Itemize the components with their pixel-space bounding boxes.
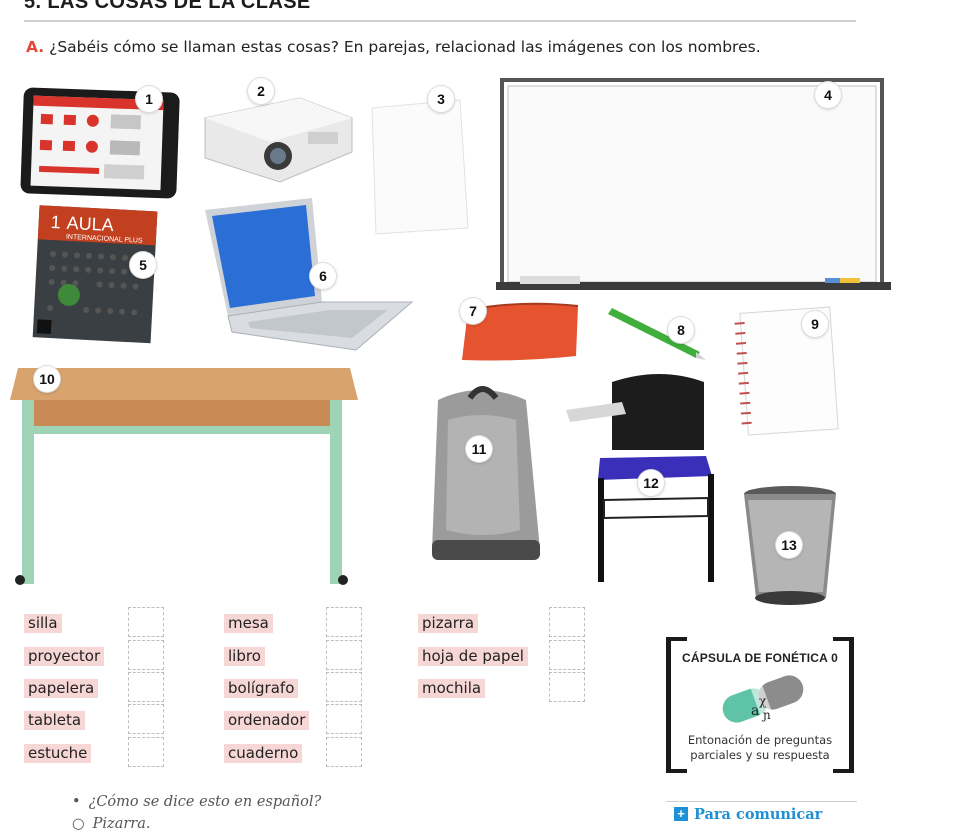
badge-3: 3 [428, 86, 454, 112]
projector-icon [204, 97, 353, 183]
svg-text:χ: χ [759, 694, 767, 708]
badge-10: 10 [34, 366, 60, 392]
example-answer: ○ Pizarra. [72, 816, 151, 832]
instruction: A. ¿Sabéis cómo se llaman estas cosas? E… [26, 38, 761, 56]
badge-9: 9 [802, 311, 828, 337]
answer-box[interactable] [128, 737, 164, 767]
example-question: • ¿Cómo se dice esto en español? [72, 794, 322, 810]
capsule-description: Entonación de preguntas parciales y su r… [687, 733, 833, 762]
badge-4: 4 [815, 82, 841, 108]
whiteboard-icon [496, 78, 891, 290]
svg-text:ɲ: ɲ [761, 708, 771, 722]
example-question-text: ¿Cómo se dice esto en español? [88, 794, 322, 810]
desk-icon [10, 368, 358, 585]
answer-box[interactable] [326, 672, 362, 702]
section-title: 5. LAS COSAS DE LA CLASE [24, 0, 311, 13]
paper-sheet-icon [371, 99, 469, 235]
vocab-word: tableta [24, 711, 86, 730]
answer-box[interactable] [326, 737, 362, 767]
answer-box[interactable] [326, 607, 362, 637]
vocab-word: cuaderno [224, 744, 303, 763]
answer-box[interactable] [128, 672, 164, 702]
badge-5: 5 [130, 252, 156, 278]
badge-12: 12 [638, 470, 664, 496]
instruction-letter: A. [26, 38, 45, 56]
answer-box[interactable] [128, 607, 164, 637]
answer-box[interactable] [549, 607, 585, 637]
vocab-word: proyector [24, 647, 105, 666]
vocab-word: pizarra [418, 614, 479, 633]
vocab-word: hoja de papel [418, 647, 528, 666]
example-answer-text: Pizarra. [92, 816, 151, 832]
title-divider [24, 20, 856, 22]
book-number: 1 [50, 212, 61, 232]
vocab-word: mochila [418, 679, 486, 698]
badge-13: 13 [776, 532, 802, 558]
backpack-icon [432, 386, 540, 560]
badge-7: 7 [460, 298, 486, 324]
badge-11: 11 [466, 436, 492, 462]
answer-box[interactable] [128, 640, 164, 670]
para-comunicar-divider [666, 801, 857, 802]
badge-1: 1 [136, 86, 162, 112]
vocab-word: ordenador [224, 711, 310, 730]
book-title: AULA [66, 213, 114, 235]
vocab-word: estuche [24, 744, 92, 763]
badge-2: 2 [248, 78, 274, 104]
badge-6: 6 [310, 263, 336, 289]
plus-icon: + [674, 807, 688, 821]
objects-illustration: 1 AULA INTERNACIONAL PLUS [10, 78, 891, 605]
phonetics-capsule[interactable]: CÁPSULA DE FONÉTICA 0 a χ ɲ Entonación d… [666, 637, 854, 773]
instruction-text: ¿Sabéis cómo se llaman estas cosas? En p… [44, 38, 761, 56]
answer-box[interactable] [326, 704, 362, 734]
vocab-word: bolígrafo [224, 679, 299, 698]
answer-box[interactable] [549, 672, 585, 702]
vocab-word: silla [24, 614, 62, 633]
vocab-word: mesa [224, 614, 273, 633]
vocab-word: libro [224, 647, 265, 666]
badge-8: 8 [668, 317, 694, 343]
capsule-title: CÁPSULA DE FONÉTICA 0 [682, 651, 838, 665]
answer-box[interactable] [128, 704, 164, 734]
para-comunicar-heading: + Para comunicar [674, 806, 822, 823]
answer-box[interactable] [549, 640, 585, 670]
answer-box[interactable] [326, 640, 362, 670]
vocab-word: papelera [24, 679, 99, 698]
capsule-pill-icon: a χ ɲ [722, 675, 804, 723]
para-comunicar-label: Para comunicar [694, 806, 823, 823]
